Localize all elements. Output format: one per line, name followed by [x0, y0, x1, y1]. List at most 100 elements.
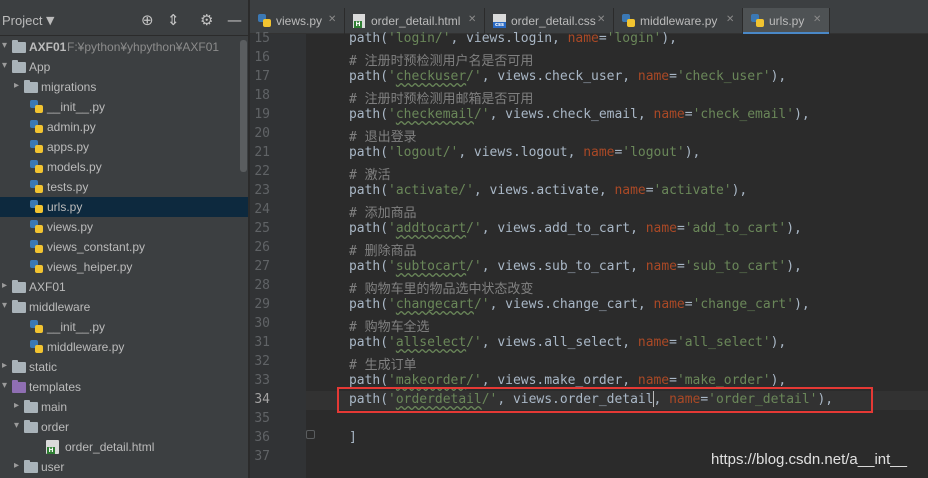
text-cursor [653, 391, 654, 407]
tree-item[interactable]: tests.py [0, 177, 248, 197]
tree-item[interactable]: views_constant.py [0, 237, 248, 257]
python-file-icon [30, 180, 43, 193]
tree-item[interactable]: middleware.py [0, 337, 248, 357]
folder-icon [24, 420, 38, 433]
tree-item[interactable]: ▸ user [0, 457, 248, 477]
code-line: path('addtocart/', views.add_to_cart, na… [349, 221, 802, 236]
editor-tab-label: urls.py [769, 14, 805, 28]
tree-item[interactable]: ▸ main [0, 397, 248, 417]
tree-item[interactable]: views.py [0, 217, 248, 237]
tree-item[interactable]: ▾ App [0, 57, 248, 77]
tree-item-label: views_constant.py [47, 240, 146, 254]
locate-icon[interactable]: ⊕ [141, 11, 154, 29]
python-file-icon [30, 340, 43, 353]
line-number: 36 [254, 430, 270, 445]
folder-icon [24, 400, 38, 413]
tree-item[interactable]: apps.py [0, 137, 248, 157]
chevron-right-icon[interactable]: ▸ [2, 280, 7, 291]
chevron-down-icon[interactable]: ▾ [14, 420, 19, 431]
editor-tab[interactable]: urls.py ✕ [743, 8, 830, 35]
line-number: 30 [254, 316, 270, 331]
code-line: path('login/', views.login, name='login'… [349, 31, 677, 46]
chevron-right-icon[interactable]: ▸ [14, 80, 19, 91]
close-icon[interactable]: ✕ [468, 14, 476, 25]
annotation-highlight-box [337, 387, 873, 413]
code-line: path('logout/', views.logout, name='logo… [349, 145, 701, 160]
tree-item-label: middleware [29, 300, 91, 314]
line-number: 20 [254, 126, 270, 141]
tree-item-label: apps.py [47, 140, 90, 154]
close-icon[interactable]: ✕ [597, 14, 605, 25]
chevron-right-icon[interactable]: ▸ [14, 400, 19, 411]
line-number: 21 [254, 145, 270, 160]
code-line: # 删除商品 [349, 244, 417, 259]
tree-item[interactable]: models.py [0, 157, 248, 177]
project-panel-title[interactable]: Project [2, 13, 42, 28]
python-file-icon [751, 14, 764, 27]
chevron-right-icon[interactable]: ▸ [2, 360, 7, 371]
line-number: 25 [254, 221, 270, 236]
python-file-icon [30, 140, 43, 153]
line-number: 27 [254, 259, 270, 274]
folder-icon [24, 80, 38, 93]
chevron-down-icon[interactable]: ▾ [2, 60, 7, 71]
tree-item[interactable]: ▾ AXF01 F:¥python¥yhpython¥AXF01 [0, 37, 248, 57]
python-file-icon [30, 200, 43, 213]
code-line: # 激活 [349, 168, 391, 183]
tree-item[interactable]: views_heiper.py [0, 257, 248, 277]
tree-item[interactable]: urls.py [0, 197, 248, 217]
line-number: 22 [254, 164, 270, 179]
code-line: path('allselect/', views.all_select, nam… [349, 335, 787, 350]
gear-icon[interactable]: ⚙ [200, 11, 213, 29]
watermark: https://blog.csdn.net/a__int__ [711, 451, 907, 468]
code-line: # 购物车全选 [349, 320, 430, 335]
close-icon[interactable]: ✕ [726, 14, 734, 25]
editor-tab-label: order_detail.css [511, 14, 596, 28]
tree-item-label: AXF01 [29, 40, 67, 54]
tree-item-label: order_detail.html [65, 440, 155, 454]
project-tree-scrollbar[interactable] [240, 40, 247, 172]
line-number: 29 [254, 297, 270, 312]
tree-item[interactable]: order_detail.html [0, 437, 248, 457]
chevron-down-icon[interactable]: ▾ [2, 380, 7, 391]
line-number: 28 [254, 278, 270, 293]
tree-item-label: __init__.py [47, 320, 106, 334]
line-number: 16 [254, 50, 270, 65]
collapse-all-icon[interactable]: ⇕ [167, 11, 180, 29]
tree-item-label: __init__.py [47, 100, 106, 114]
code-line: path('checkuser/', views.check_user, nam… [349, 69, 787, 84]
code-line: ] [349, 430, 357, 445]
chevron-down-icon[interactable]: ▾ [2, 300, 7, 311]
line-number: 19 [254, 107, 270, 122]
fold-icon[interactable] [306, 430, 315, 439]
code-line: path('subtocart/', views.sub_to_cart, na… [349, 259, 802, 274]
chevron-down-icon[interactable]: ▼ [46, 14, 54, 27]
tree-item-label: models.py [47, 160, 102, 174]
hide-panel-icon[interactable]: — [227, 11, 242, 29]
tree-item[interactable]: ▸ AXF01 [0, 277, 248, 297]
tree-item[interactable]: ▾ middleware [0, 297, 248, 317]
tree-item-label: AXF01 [29, 280, 66, 294]
tree-item-label: templates [29, 380, 82, 394]
tree-item[interactable]: __init__.py [0, 317, 248, 337]
tree-item-label: tests.py [47, 180, 89, 194]
tree-item[interactable]: ▾ order [0, 417, 248, 437]
tree-item[interactable]: ▸ migrations [0, 77, 248, 97]
python-file-icon [30, 240, 43, 253]
code-line: path('checkemail/', views.check_email, n… [349, 107, 810, 122]
tree-item-label: admin.py [47, 120, 96, 134]
chevron-right-icon[interactable]: ▸ [14, 460, 19, 471]
tree-item[interactable]: admin.py [0, 117, 248, 137]
project-panel-header: Project ▼ ⊕ ⇕ ⚙ — [0, 8, 248, 36]
close-icon[interactable]: ✕ [813, 14, 821, 25]
editor-tab-label: order_detail.html [371, 14, 461, 28]
tree-item[interactable]: __init__.py [0, 97, 248, 117]
close-icon[interactable]: ✕ [328, 14, 336, 25]
tree-item[interactable]: ▾ templates [0, 377, 248, 397]
line-number: 35 [254, 411, 270, 426]
tree-item-label: migrations [41, 80, 97, 94]
python-file-icon [30, 160, 43, 173]
chevron-down-icon[interactable]: ▾ [2, 40, 7, 51]
tree-item[interactable]: ▸ static [0, 357, 248, 377]
tree-item-label: App [29, 60, 51, 74]
